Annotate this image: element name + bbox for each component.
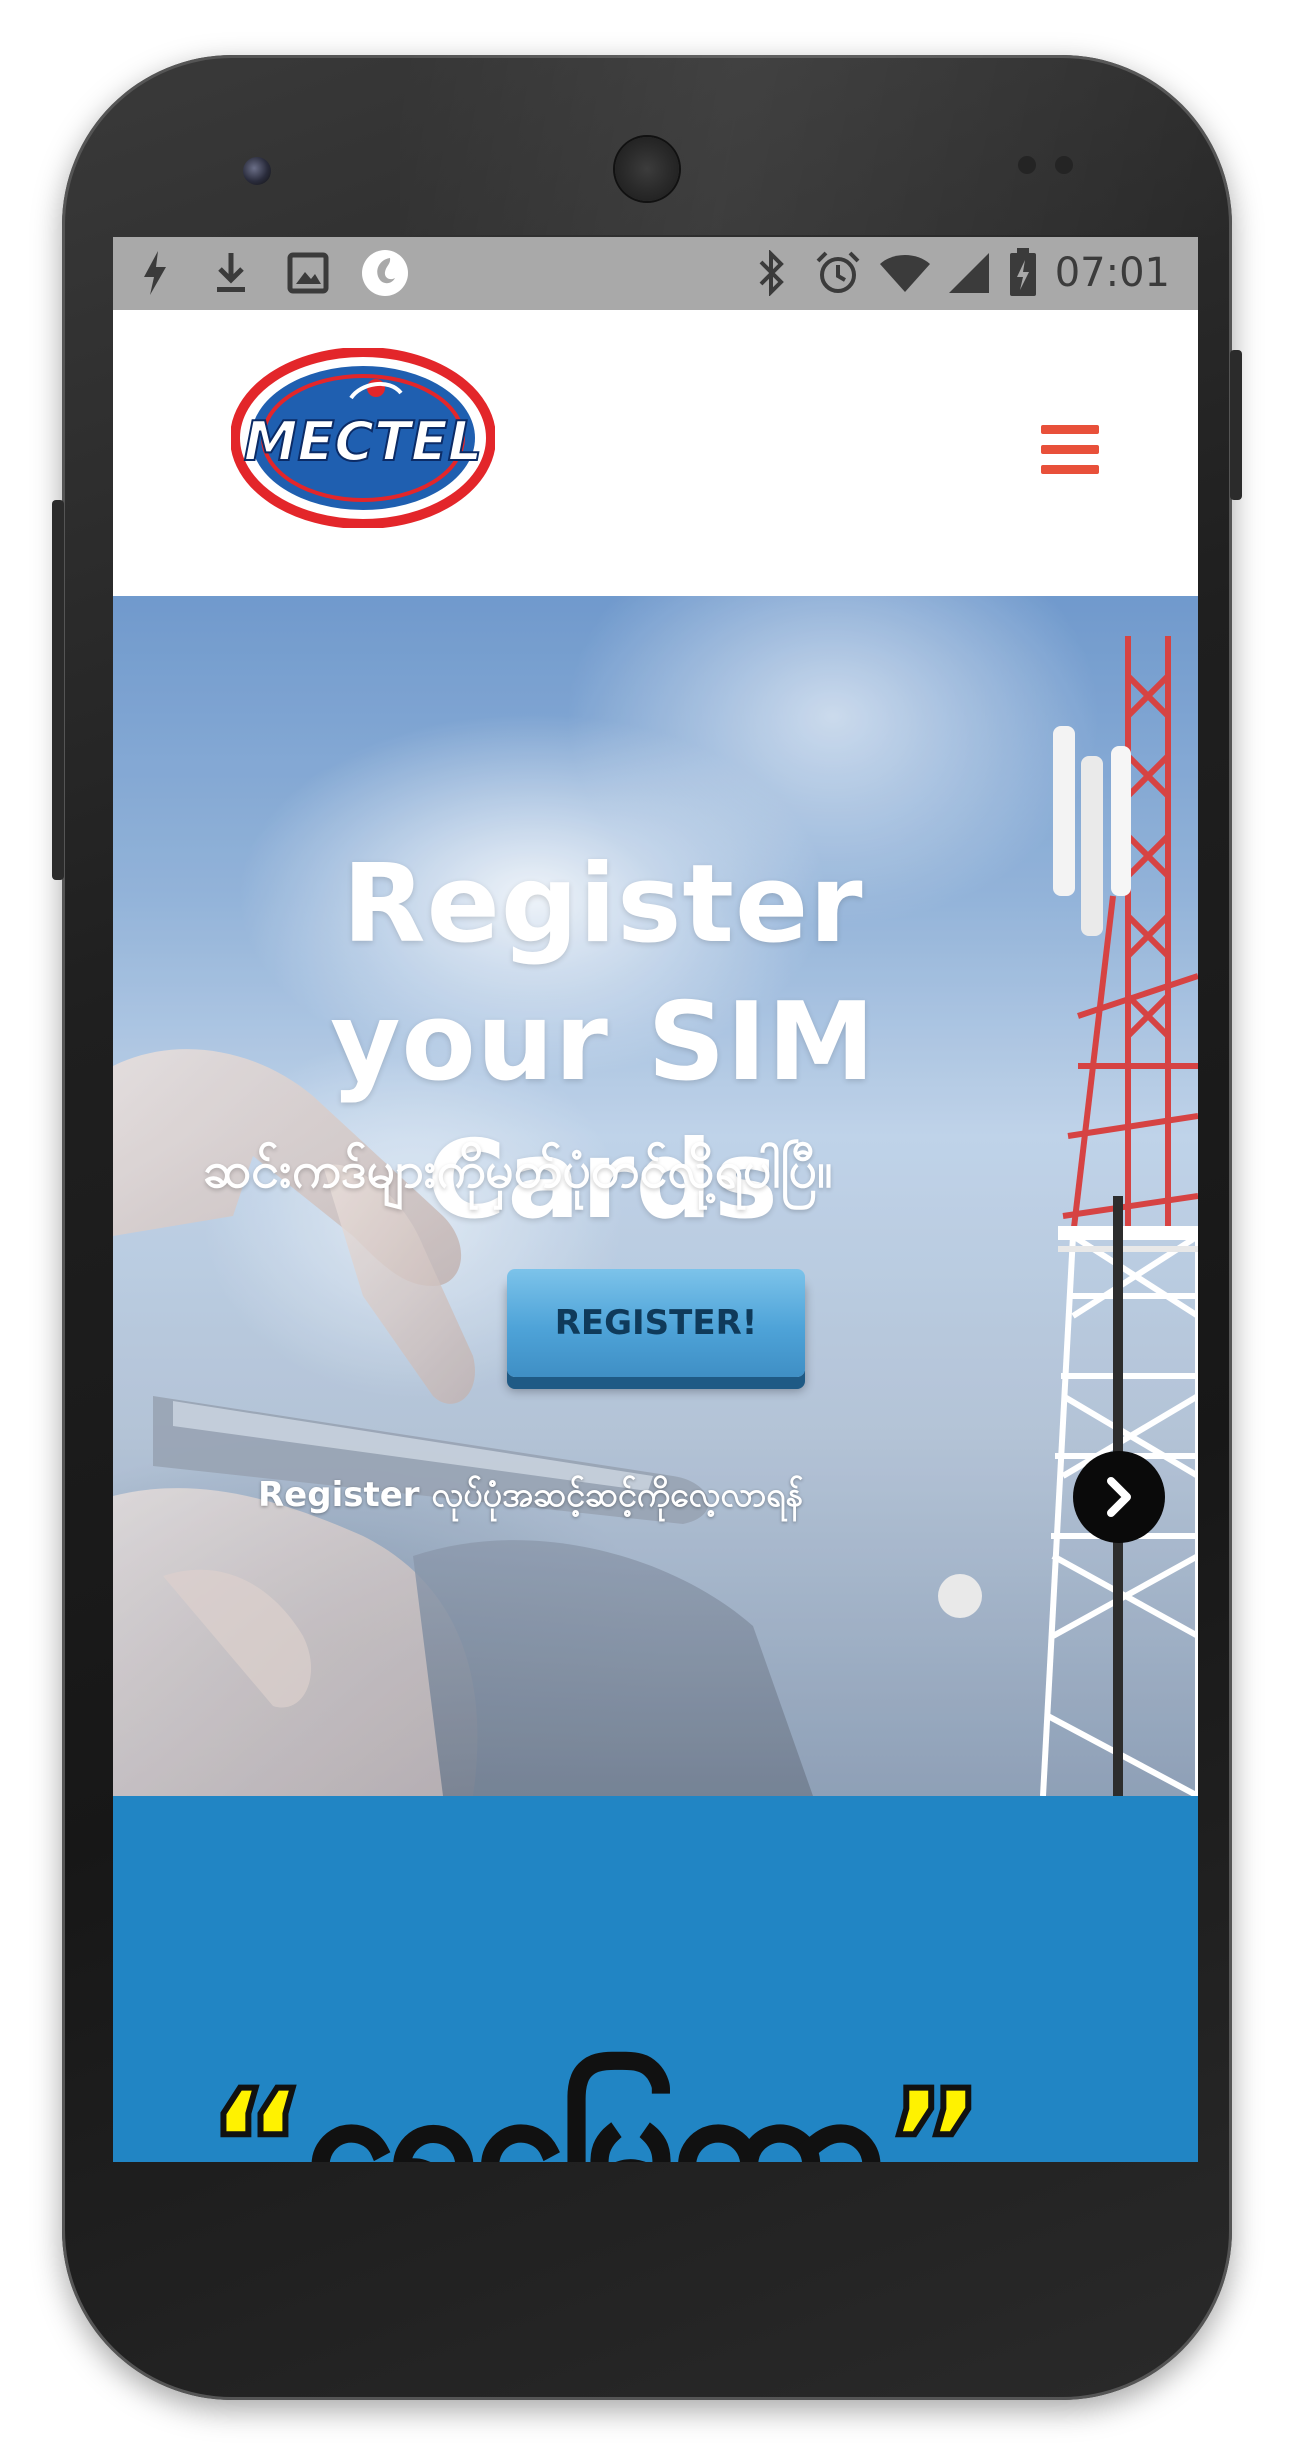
light-sensor: [1055, 156, 1073, 174]
alarm-icon: [813, 247, 863, 299]
howto-text: Register လုပ်ပုံအဆင့်ဆင့်ကိုလေ့လာရန်: [258, 1474, 804, 1515]
power-button-right: [1230, 350, 1242, 500]
promo-section: “ရေမြေတာ”: [113, 1796, 1198, 2162]
hamburger-menu-icon[interactable]: [1041, 425, 1099, 475]
volume-button-left: [52, 500, 64, 880]
earpiece-speaker: [615, 137, 679, 201]
promo-text: “ရေမြေတာ”: [205, 2059, 987, 2162]
proximity-sensor: [1018, 156, 1036, 174]
front-camera: [243, 157, 271, 185]
hero-banner: Register your SIM Cards ဆင်းကဒ်များကိုမှ…: [113, 596, 1198, 1796]
site-header: MECTEL: [113, 310, 1198, 596]
download-icon: [211, 247, 251, 299]
battery-icon: [1006, 247, 1040, 299]
flash-icon: [135, 247, 175, 299]
status-time: 07:01: [1054, 250, 1170, 296]
bluetooth-icon: [753, 247, 789, 299]
phone-screen: 07:01 MECTEL Register your SIM Cards ဆင်…: [113, 237, 1198, 2162]
hero-subtitle: ဆင်းကဒ်များကိုမှတ်ပုံတင်လို့ရပါပြီ။: [203, 1141, 833, 1199]
register-howto-link[interactable]: Register လုပ်ပုံအဆင့်ဆင့်ကိုလေ့လာရန်: [258, 1451, 1165, 1543]
register-button[interactable]: REGISTER!: [507, 1269, 805, 1377]
wifi-icon: [877, 247, 933, 299]
status-bar: 07:01: [113, 237, 1198, 310]
app-icon: [359, 247, 411, 299]
signal-icon: [943, 247, 993, 299]
svg-text:MECTEL: MECTEL: [244, 410, 482, 473]
image-icon: [285, 247, 331, 299]
chevron-right-icon[interactable]: [1073, 1451, 1165, 1543]
phone-gloss: [400, 55, 1232, 235]
mectel-logo[interactable]: MECTEL: [230, 347, 496, 529]
